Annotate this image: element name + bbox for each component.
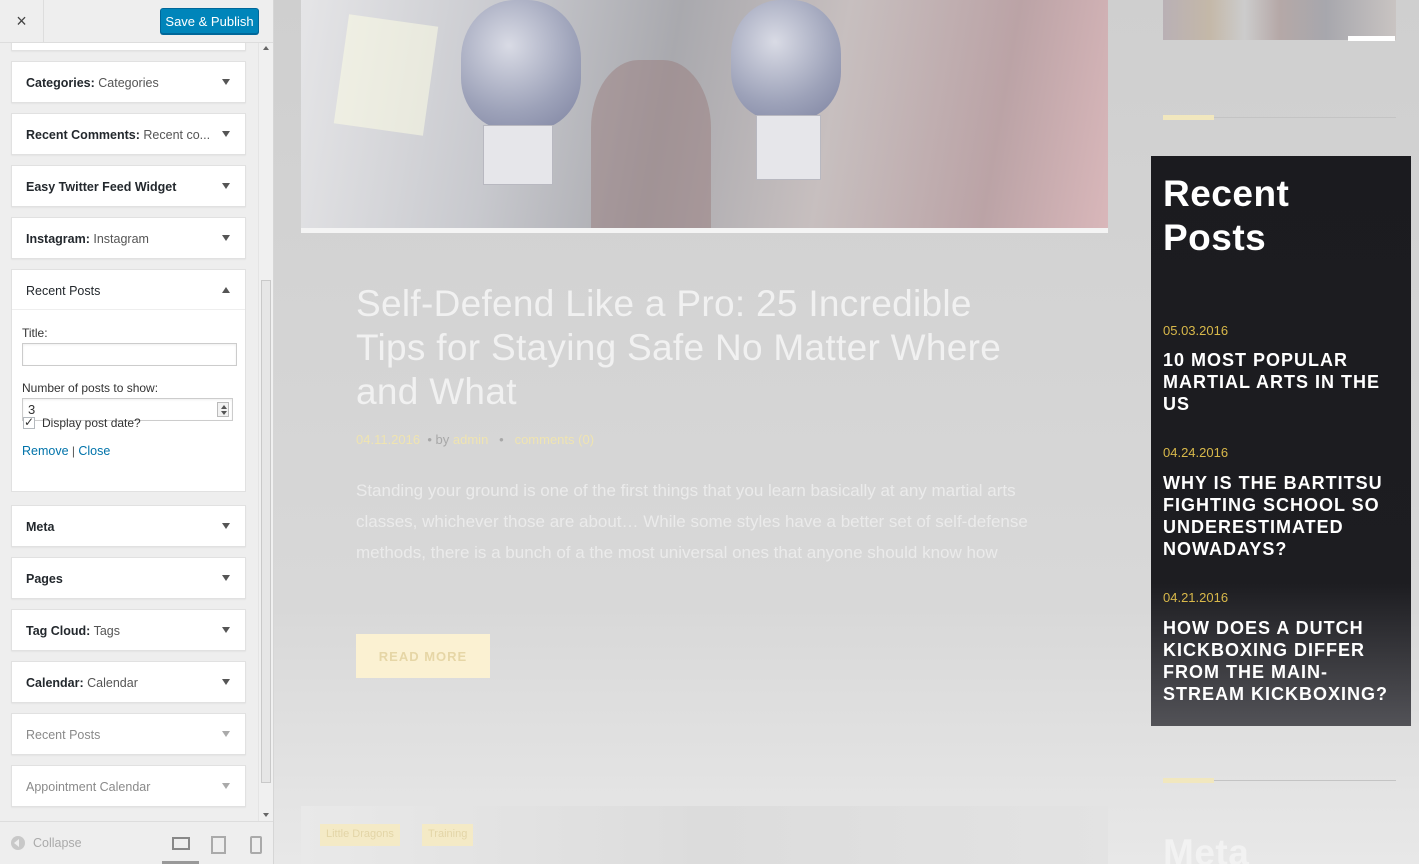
glove-left-cuff: [483, 125, 553, 185]
widget-calendar[interactable]: Calendar: Calendar: [11, 661, 246, 703]
widget-appointment-calendar[interactable]: Appointment Calendar: [11, 765, 246, 807]
widget-divider: [1214, 780, 1396, 781]
site-preview: Self-Defend Like a Pro: 25 Incredible Ti…: [274, 0, 1419, 864]
widget-title: Categories: Categories: [26, 76, 159, 90]
widget-list: Categories: Categories Recent Comments: …: [0, 43, 258, 821]
widget-title: Recent Posts: [26, 728, 101, 742]
widget-actions: Remove | Close: [22, 444, 110, 458]
post-title[interactable]: Self-Defend Like a Pro: 25 Incredible Ti…: [356, 282, 1036, 414]
chevron-down-icon[interactable]: [222, 731, 230, 737]
widget-recent-posts-2[interactable]: Recent Posts: [11, 713, 246, 755]
display-date-label: Display post date?: [42, 416, 141, 430]
recent-post-date: 05.03.2016: [1163, 323, 1229, 338]
gallery-indicator: [1348, 36, 1395, 41]
recent-posts-widget: Recent Posts 05.03.2016 10 Most Popular …: [1151, 156, 1411, 726]
recent-posts-heading: Recent Posts: [1163, 173, 1290, 258]
comments-link[interactable]: comments (0): [515, 432, 594, 447]
recent-post-link[interactable]: 10 Most Popular Martial Arts in the US: [1163, 349, 1398, 415]
widget-partial[interactable]: [11, 43, 246, 51]
tablet-icon[interactable]: [208, 835, 228, 854]
chevron-down-icon[interactable]: [222, 79, 230, 85]
author-link[interactable]: admin: [453, 432, 488, 447]
recent-post-link[interactable]: How Does a Dutch Kickboxing Differ from …: [1163, 617, 1398, 705]
close-button[interactable]: ×: [0, 0, 44, 43]
tag-chip[interactable]: Training: [422, 824, 474, 846]
meta-widget-heading: Meta: [1163, 832, 1250, 864]
chevron-down-icon[interactable]: [222, 235, 230, 241]
hero-light-shape: [333, 14, 439, 136]
widget-title: Appointment Calendar: [26, 780, 151, 794]
collapse-button[interactable]: Collapse: [11, 836, 82, 850]
post-meta: 04.11.2016 • by admin • comments (0): [356, 432, 594, 447]
chevron-down-icon[interactable]: [222, 575, 230, 581]
recent-post-date: 04.24.2016: [1163, 445, 1229, 460]
widget-title: Pages: [26, 572, 63, 586]
chevron-down-icon[interactable]: [222, 183, 230, 189]
recent-post-link[interactable]: Why Is the Bartitsu Fighting School So U…: [1163, 472, 1398, 560]
boxer-body-shape: [591, 60, 711, 228]
panel-header: × Save & Publish: [0, 0, 273, 43]
meta-bullet: •: [427, 432, 432, 447]
widget-recent-posts-expanded: Recent Posts Title: Number of posts to s…: [11, 269, 246, 492]
widget-pages[interactable]: Pages: [11, 557, 246, 599]
chevron-up-icon[interactable]: [222, 287, 230, 293]
collapse-icon: [11, 836, 25, 850]
close-link[interactable]: Close: [78, 444, 110, 458]
widget-title: Recent Comments: Recent co...: [26, 128, 211, 142]
scroll-up-icon[interactable]: [263, 46, 269, 50]
mobile-icon[interactable]: [246, 835, 266, 854]
read-more-button[interactable]: READ MORE: [356, 634, 490, 678]
recent-post-date: 04.21.2016: [1163, 590, 1229, 605]
widget-instagram[interactable]: Instagram: Instagram: [11, 217, 246, 259]
widget-title: Meta: [26, 520, 55, 534]
widget-title: Calendar: Calendar: [26, 676, 138, 690]
chevron-down-icon[interactable]: [222, 679, 230, 685]
post-date: 04.11.2016: [356, 432, 421, 447]
count-label: Number of posts to show:: [22, 381, 159, 395]
widget-title: Instagram: Instagram: [26, 232, 149, 246]
widget-header[interactable]: Recent Posts: [12, 270, 245, 310]
glove-left-shape: [461, 0, 581, 130]
chevron-down-icon[interactable]: [222, 627, 230, 633]
widget-title: Tag Cloud: Tags: [26, 624, 120, 638]
chevron-down-icon[interactable]: [222, 783, 230, 789]
display-date-checkbox[interactable]: [23, 415, 35, 429]
title-label: Title:: [22, 326, 48, 340]
widget-accent-line: [1163, 115, 1214, 120]
spinner-arrows-icon[interactable]: [217, 402, 229, 417]
action-separator: |: [71, 444, 76, 458]
by-label: by: [435, 432, 450, 447]
remove-link[interactable]: Remove: [22, 444, 69, 458]
close-icon: ×: [16, 11, 27, 31]
customizer-panel: × Save & Publish Categories: Categories …: [0, 0, 273, 864]
image-divider: [301, 228, 1108, 233]
meta-bullet: •: [499, 432, 504, 447]
panel-scrollbar[interactable]: [258, 43, 273, 821]
chevron-down-icon[interactable]: [222, 131, 230, 137]
desktop-icon[interactable]: [170, 835, 190, 853]
widget-meta[interactable]: Meta: [11, 505, 246, 547]
post-excerpt: Standing your ground is one of the first…: [356, 481, 1028, 562]
widget-divider: [1214, 117, 1396, 118]
widget-categories[interactable]: Categories: Categories: [11, 61, 246, 103]
instagram-gallery[interactable]: [1163, 0, 1396, 40]
scroll-down-icon[interactable]: [263, 813, 269, 817]
panel-footer: Collapse: [0, 821, 273, 864]
title-input[interactable]: [22, 343, 237, 366]
save-publish-button[interactable]: Save & Publish: [160, 8, 259, 34]
widget-twitter-feed[interactable]: Easy Twitter Feed Widget: [11, 165, 246, 207]
widget-tag-cloud[interactable]: Tag Cloud: Tags: [11, 609, 246, 651]
widget-recent-comments[interactable]: Recent Comments: Recent co...: [11, 113, 246, 155]
widget-title: Easy Twitter Feed Widget: [26, 180, 177, 194]
collapse-label: Collapse: [33, 836, 82, 850]
post-featured-image: [301, 0, 1108, 228]
chevron-down-icon[interactable]: [222, 523, 230, 529]
widget-title: Recent Posts: [26, 284, 101, 298]
scroll-thumb[interactable]: [261, 280, 271, 783]
glove-right-shape: [731, 0, 841, 120]
widget-accent-line: [1163, 778, 1214, 783]
tag-chip[interactable]: Little Dragons: [320, 824, 400, 846]
glove-right-cuff: [756, 115, 821, 180]
